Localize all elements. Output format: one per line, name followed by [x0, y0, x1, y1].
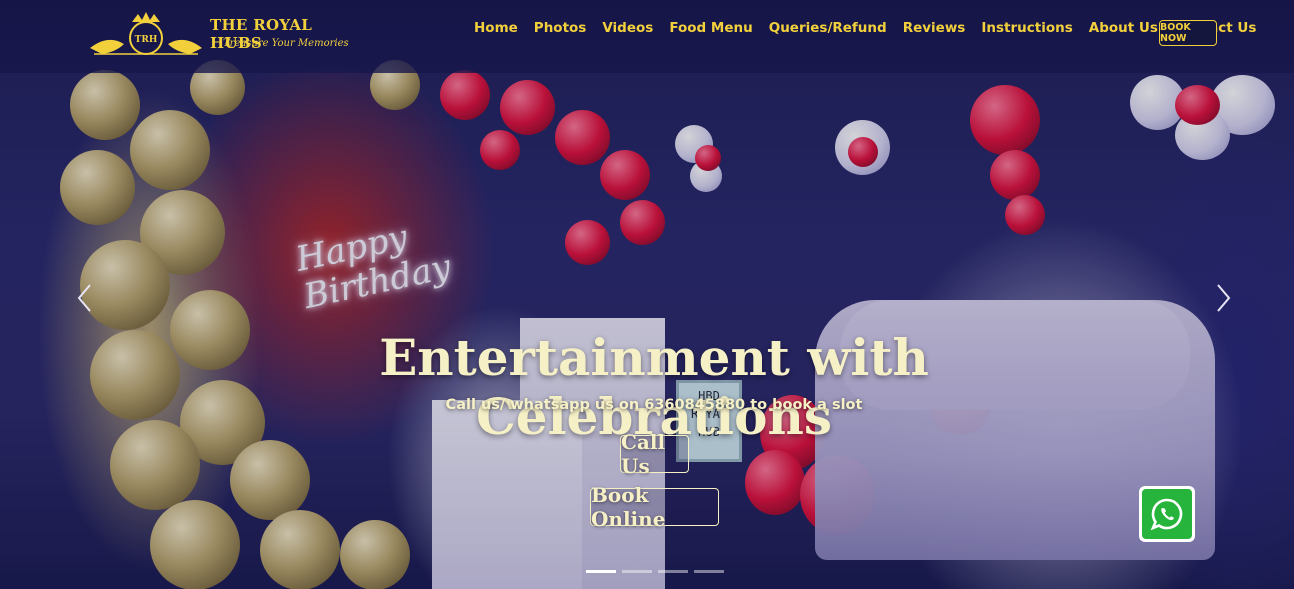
nav-item-instructions[interactable]: Instructions [981, 20, 1072, 44]
nav-item-about-us[interactable]: About Us [1089, 20, 1158, 44]
carousel-indicator[interactable] [622, 570, 652, 573]
hero-title: Entertainment with Celebrations [379, 328, 929, 446]
whatsapp-icon [1150, 498, 1183, 531]
chevron-right-icon [1217, 284, 1231, 312]
call-us-button[interactable]: Call Us [620, 430, 689, 478]
nav-item-reviews[interactable]: Reviews [903, 20, 966, 44]
nav-item-food-menu[interactable]: Food Menu [669, 20, 752, 44]
carousel-indicator[interactable] [658, 570, 688, 573]
brand-tagline: Treasure Your Memories [223, 38, 349, 49]
main-nav: Home Photos Videos Food Menu Queries/Ref… [474, 20, 1272, 44]
book-now-button[interactable]: BOOK NOW [1159, 20, 1217, 46]
chevron-left-icon [77, 284, 91, 312]
carousel-indicator[interactable] [586, 570, 616, 573]
nav-item-videos[interactable]: Videos [602, 20, 653, 44]
nav-item-photos[interactable]: Photos [534, 20, 587, 44]
carousel-next-button[interactable] [1214, 283, 1234, 313]
carousel-prev-button[interactable] [74, 283, 94, 313]
whatsapp-button[interactable] [1139, 486, 1195, 542]
nav-item-home[interactable]: Home [474, 20, 518, 44]
hero-subtitle: Call us/ whatsapp us on 6360845880 to bo… [445, 397, 863, 413]
crown-crest-icon: TRH [90, 12, 202, 55]
book-online-button[interactable]: Book Online [590, 483, 719, 531]
carousel-indicator[interactable] [694, 570, 724, 573]
nav-item-queries-refund[interactable]: Queries/Refund [769, 20, 887, 44]
svg-text:TRH: TRH [135, 35, 158, 45]
carousel-indicators [586, 570, 724, 573]
site-header: TRH THE ROYAL HUBS Treasure Your Memorie… [0, 0, 1294, 73]
brand-logo[interactable]: TRH THE ROYAL HUBS Treasure Your Memorie… [88, 10, 358, 60]
